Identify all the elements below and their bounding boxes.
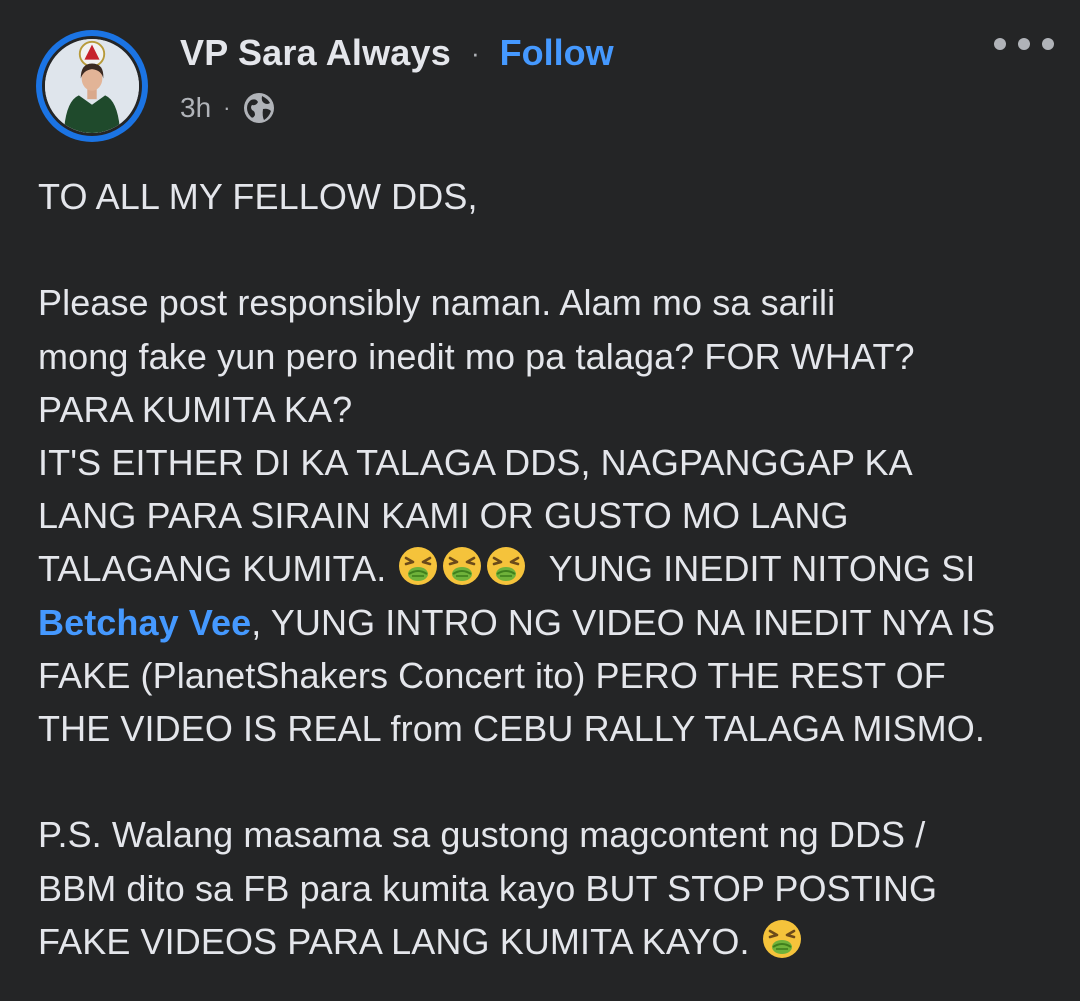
post-text-segment: YUNG INEDIT NITONG SI <box>548 548 976 590</box>
post-text-segment: , YUNG INTRO NG VIDEO NA INEDIT NYA IS <box>251 601 996 643</box>
post-line: BBM dito sa FB para kumita kayo BUT STOP… <box>38 867 938 909</box>
author-avatar[interactable] <box>36 30 148 142</box>
post-line: Please post responsibly naman. Alam mo s… <box>38 282 836 324</box>
nauseated-face-emoji <box>397 545 439 587</box>
name-separator: · <box>470 37 480 68</box>
nauseated-face-emoji <box>441 545 483 587</box>
post-timestamp[interactable]: 3h <box>180 92 211 124</box>
post-meta: 3h · <box>180 88 276 128</box>
post-text: TO ALL MY FELLOW DDS, Please post respon… <box>38 170 1068 968</box>
author-row: VP Sara Always · Follow <box>180 28 614 78</box>
nauseated-face-emoji <box>761 918 803 960</box>
post-line: IT'S EITHER DI KA TALAGA DDS, NAGPANGGAP… <box>38 442 913 483</box>
post-text-segment: FAKE VIDEOS PARA LANG KUMITA KAYO. <box>38 920 750 962</box>
post-line: FAKE VIDEOS PARA LANG KUMITA KAYO. <box>38 915 1068 968</box>
meta-separator: · <box>223 95 231 120</box>
more-options-button[interactable] <box>986 22 1062 66</box>
mention-link[interactable]: Betchay Vee <box>38 602 251 643</box>
post-line: TO ALL MY FELLOW DDS, <box>38 176 478 217</box>
post-line: THE VIDEO IS REAL from CEBU RALLY TALAGA… <box>38 708 985 750</box>
post-line: TALAGANG KUMITA. YUNG INEDIT NITONG SI <box>38 542 1068 595</box>
post-line: PARA KUMITA KA? <box>38 388 353 430</box>
more-options-icon <box>994 38 1054 50</box>
post-line: mong fake yun pero inedit mo pa talaga? … <box>38 335 915 377</box>
author-name[interactable]: VP Sara Always <box>180 32 451 74</box>
follow-button[interactable]: Follow <box>500 32 614 74</box>
post-line: P.S. Walang masama sa gustong magcontent… <box>38 814 926 856</box>
post-header: VP Sara Always · Follow 3h · <box>0 0 1080 160</box>
post-line: Betchay Vee, YUNG INTRO NG VIDEO NA INED… <box>38 596 1068 649</box>
post-text-segment: TALAGANG KUMITA. <box>38 548 387 590</box>
avatar-portrait-icon <box>45 39 139 133</box>
nauseated-face-emoji <box>485 545 527 587</box>
avatar-image <box>42 36 142 136</box>
post-line: FAKE (PlanetShakers Concert ito) PERO TH… <box>38 654 946 696</box>
globe-icon[interactable] <box>242 91 276 125</box>
post-line: LANG PARA SIRAIN KAMI OR GUSTO MO LANG <box>38 495 849 537</box>
